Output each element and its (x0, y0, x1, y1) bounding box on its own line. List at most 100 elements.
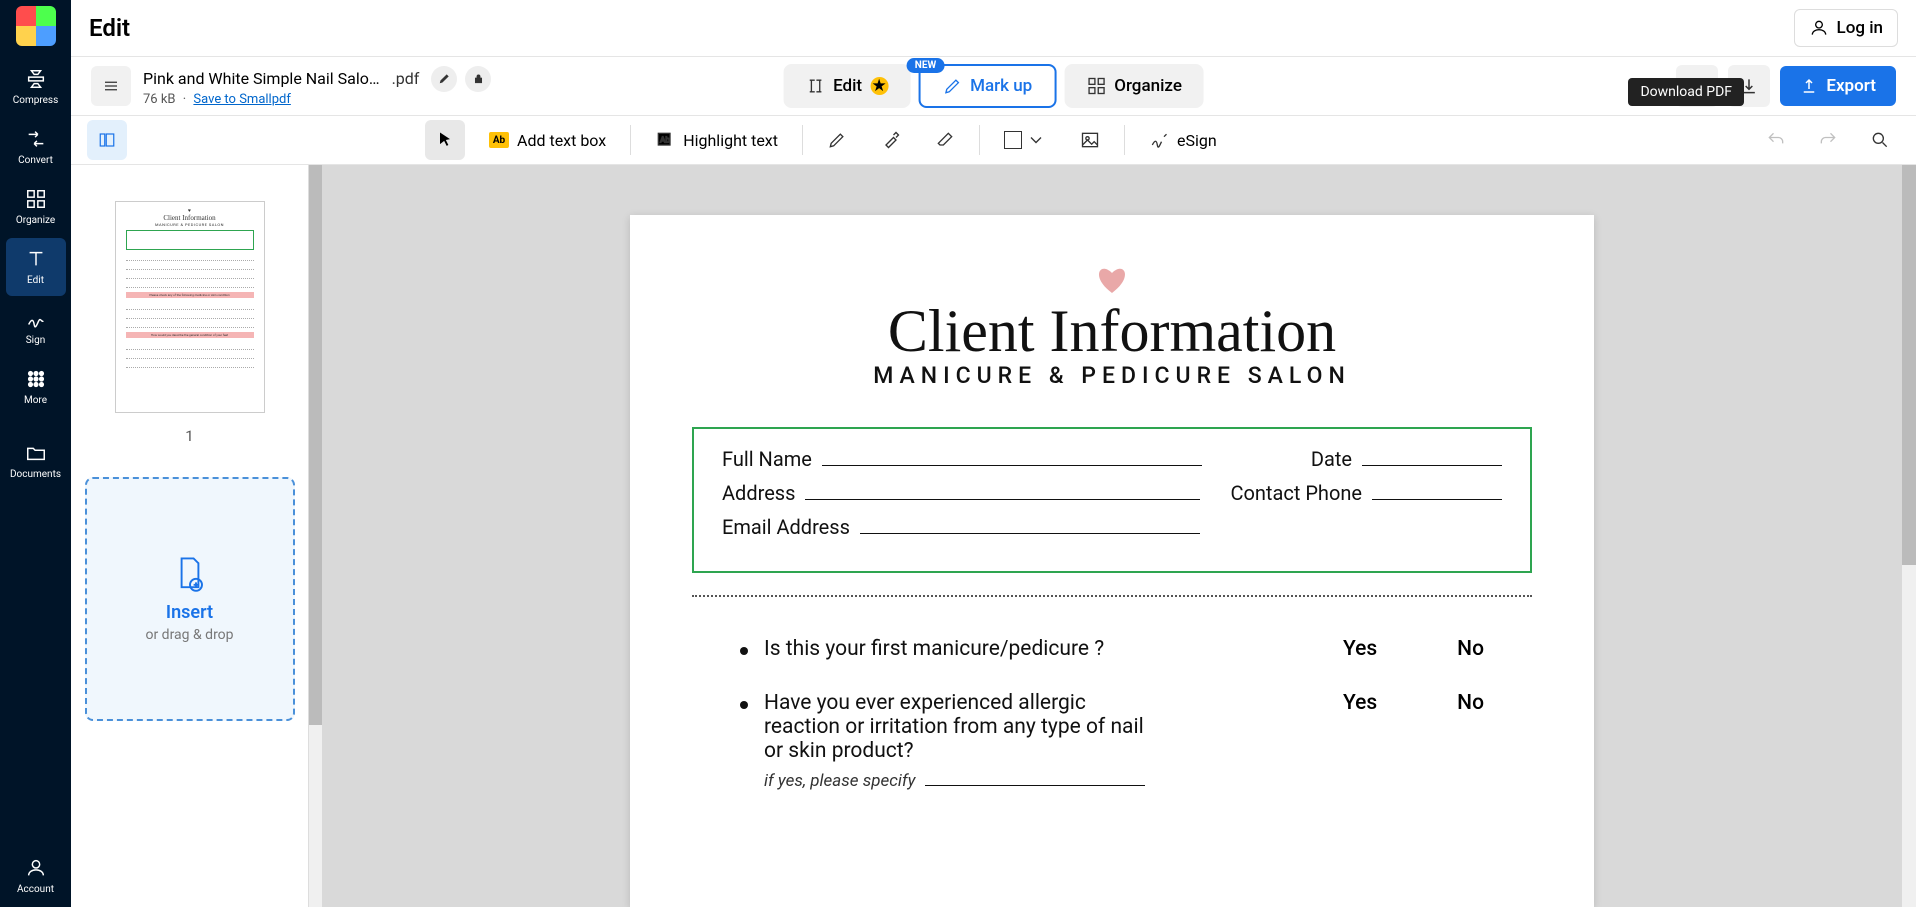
nav-organize[interactable]: Organize (6, 178, 66, 236)
separator (979, 125, 980, 155)
bullet-icon (740, 647, 748, 655)
export-icon (1800, 77, 1818, 95)
cursor-tool[interactable] (425, 120, 465, 160)
file-sep: · (183, 92, 186, 107)
user-icon (1809, 18, 1829, 38)
email-label: Email Address (722, 515, 850, 539)
insert-page-button[interactable]: Insert or drag & drop (85, 477, 295, 721)
fullname-line (822, 465, 1202, 466)
redo-icon (1818, 130, 1838, 150)
thumb-number: 1 (185, 427, 193, 445)
app-logo[interactable] (16, 6, 56, 46)
save-link[interactable]: Save to Smallpdf (193, 92, 290, 107)
page-thumbnail-1[interactable]: ♥ Client Information MANICURE & PEDICURE… (115, 201, 265, 413)
separator (1124, 125, 1125, 155)
lock-button[interactable] (465, 66, 491, 92)
organize-tab-icon (1086, 76, 1106, 96)
nav-organize-label: Organize (16, 215, 55, 226)
date-line (1362, 465, 1502, 466)
cursor-icon (435, 130, 455, 150)
nav-documents-label: Documents (10, 469, 61, 480)
export-label: Export (1826, 76, 1876, 96)
shape-tool[interactable] (994, 124, 1056, 156)
pencil-tool[interactable] (817, 120, 857, 160)
tab-organize[interactable]: Organize (1064, 64, 1204, 108)
ab-icon: Ab (489, 132, 509, 148)
image-tool[interactable] (1070, 120, 1110, 160)
panel-icon (98, 131, 116, 149)
info-box: Full Name Date Address Contact Phone Ema… (692, 427, 1532, 573)
nav-account[interactable]: Account (6, 847, 66, 905)
q2-sub-text: if yes, please specify (764, 771, 915, 791)
q1-no: No (1457, 637, 1484, 661)
nav-convert[interactable]: Convert (6, 118, 66, 176)
tab-markup-label: Mark up (970, 76, 1032, 96)
edit-tab-icon (805, 76, 825, 96)
marker-tool[interactable] (871, 120, 911, 160)
q2-yes: Yes (1343, 691, 1377, 715)
tab-organize-label: Organize (1114, 76, 1182, 96)
nav-compress[interactable]: Compress (6, 58, 66, 116)
pencil-icon (438, 72, 451, 85)
doc-subtitle: MANICURE & PEDICURE SALON (692, 362, 1532, 389)
heart-icon (1096, 265, 1128, 293)
file-info: Pink and White Simple Nail Salo… .pdf 76… (143, 66, 491, 107)
bullet-icon (740, 701, 748, 709)
question-1: Is this your first manicure/pedicure ? Y… (740, 637, 1484, 661)
questions: Is this your first manicure/pedicure ? Y… (692, 637, 1532, 791)
document-viewer[interactable]: Client Information MANICURE & PEDICURE S… (322, 165, 1902, 907)
login-button[interactable]: Log in (1794, 9, 1898, 47)
nav-more-label: More (24, 395, 47, 406)
rename-button[interactable] (431, 66, 457, 92)
edit-text-icon (25, 248, 47, 270)
thumbnail-panel: ♥ Client Information MANICURE & PEDICURE… (71, 165, 309, 907)
chevron-down-icon (1026, 130, 1046, 150)
highlight-label: Highlight text (683, 131, 778, 150)
insert-sub-label: or drag & drop (145, 627, 233, 643)
mode-tabs: Edit ★ NEW Mark up Organize (783, 64, 1204, 108)
convert-icon (25, 128, 47, 150)
eraser-icon (935, 130, 955, 150)
search-button[interactable] (1860, 120, 1900, 160)
marker-icon (881, 130, 901, 150)
export-button[interactable]: Export (1780, 66, 1896, 106)
menu-button[interactable] (91, 66, 131, 106)
login-label: Log in (1837, 18, 1883, 38)
nav-account-label: Account (17, 884, 54, 895)
eraser-tool[interactable] (925, 120, 965, 160)
q2-sub-line (925, 785, 1145, 786)
nav-edit[interactable]: Edit (6, 238, 66, 296)
q1-text: Is this your first manicure/pedicure ? (764, 637, 1184, 661)
highlight-icon: Ab (655, 130, 675, 150)
nav-documents[interactable]: Documents (6, 432, 66, 490)
nav-sign[interactable]: Sign (6, 298, 66, 356)
date-label: Date (1311, 447, 1352, 471)
nav-compress-label: Compress (13, 95, 59, 106)
account-icon (25, 857, 47, 879)
separator (802, 125, 803, 155)
undo-button[interactable] (1756, 120, 1796, 160)
file-size: 76 kB (143, 92, 176, 107)
viewer-scroll-handle[interactable] (1902, 165, 1916, 565)
esign-tool[interactable]: eSign (1139, 124, 1227, 156)
thumb-scroll-handle[interactable] (309, 165, 322, 725)
viewer-scrollbar[interactable] (1902, 165, 1916, 907)
email-line (860, 533, 1200, 534)
dotted-separator (692, 595, 1532, 597)
page-title: Edit (89, 14, 130, 42)
add-text-label: Add text box (517, 131, 606, 150)
thumbnail-toggle[interactable] (87, 120, 127, 160)
pencil-draw-icon (827, 130, 847, 150)
tab-markup[interactable]: NEW Mark up (918, 64, 1056, 108)
sign-icon (25, 308, 47, 330)
search-icon (1870, 130, 1890, 150)
highlight-tool[interactable]: Ab Highlight text (645, 124, 788, 156)
content-area: ♥ Client Information MANICURE & PEDICURE… (71, 165, 1916, 907)
thumb-scrollbar[interactable] (309, 165, 322, 907)
tab-edit[interactable]: Edit ★ (783, 64, 910, 108)
nav-sign-label: Sign (26, 335, 46, 346)
new-badge: NEW (907, 58, 944, 73)
redo-button[interactable] (1808, 120, 1848, 160)
nav-more[interactable]: More (6, 358, 66, 416)
add-text-tool[interactable]: Ab Add text box (479, 125, 616, 156)
